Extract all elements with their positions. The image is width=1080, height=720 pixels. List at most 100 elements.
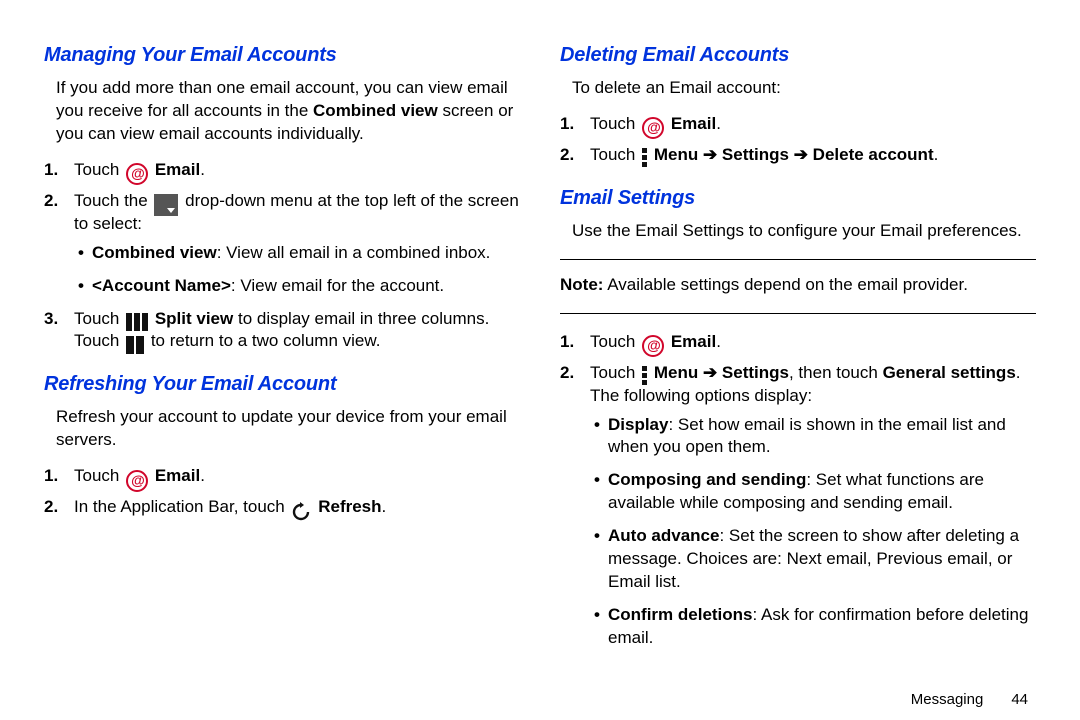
- text-bold: Combined view: [313, 101, 438, 120]
- text-bold: Auto advance: [608, 526, 719, 545]
- email-icon: [642, 335, 664, 357]
- intro-paragraph: If you add more than one email account, …: [56, 77, 520, 146]
- arrow: ➔: [703, 363, 717, 382]
- text: Touch: [74, 466, 124, 485]
- text-bold: Split view: [155, 309, 233, 328]
- text: .: [716, 332, 721, 351]
- text-bold: Confirm deletions: [608, 605, 753, 624]
- text-bold: Note:: [560, 275, 603, 294]
- split-3-column-icon: [126, 313, 148, 331]
- step-number: 1.: [44, 159, 70, 182]
- step-1: 1. Touch Email.: [590, 331, 1036, 354]
- text: , then touch: [789, 363, 883, 382]
- text: Touch: [590, 332, 640, 351]
- menu-icon: [642, 148, 647, 167]
- text-bold: Email: [155, 160, 200, 179]
- text-bold: Refresh: [318, 497, 381, 516]
- text: : View email for the account.: [231, 276, 444, 295]
- menu-icon: [642, 366, 647, 385]
- text: Touch: [74, 160, 124, 179]
- note: Note: Available settings depend on the e…: [560, 274, 1036, 297]
- text-bold: Email: [671, 114, 716, 133]
- managing-steps: 1. Touch Email. 2. Touch the drop-down m…: [44, 156, 520, 362]
- text: .: [716, 114, 721, 133]
- step-number: 1.: [560, 113, 586, 136]
- left-column: Managing Your Email Accounts If you add …: [44, 38, 520, 710]
- text: .: [382, 497, 387, 516]
- text: Touch: [74, 309, 124, 328]
- refresh-icon: [291, 502, 311, 522]
- text-bold: Display: [608, 415, 668, 434]
- step-number: 2.: [560, 362, 586, 385]
- option-confirm-deletions: Confirm deletions: Ask for confirmation …: [606, 604, 1036, 650]
- text-bold: Composing and sending: [608, 470, 806, 489]
- text: Touch: [590, 114, 640, 133]
- text-bold: Email: [155, 466, 200, 485]
- arrow: ➔: [794, 145, 808, 164]
- dropdown-icon: [154, 194, 178, 216]
- step-1: 1. Touch Email.: [74, 465, 520, 488]
- email-icon: [126, 470, 148, 492]
- footer-section: Messaging: [911, 691, 984, 708]
- text-bold: Menu: [654, 145, 703, 164]
- delete-paragraph: To delete an Email account:: [572, 77, 1036, 100]
- step-3: 3. Touch Split view to display email in …: [74, 308, 520, 354]
- split-2-column-icon: [126, 336, 144, 354]
- heading-deleting-email: Deleting Email Accounts: [560, 42, 1036, 69]
- step-1: 1. Touch Email.: [74, 159, 520, 182]
- step-2: 2. In the Application Bar, touch Refresh…: [74, 496, 520, 519]
- text-bold: Settings: [717, 145, 794, 164]
- heading-email-settings: Email Settings: [560, 185, 1036, 212]
- heading-refreshing-email: Refreshing Your Email Account: [44, 371, 520, 398]
- option-auto-advance: Auto advance: Set the screen to show aft…: [606, 525, 1036, 594]
- step-number: 2.: [560, 144, 586, 167]
- text: .: [200, 466, 205, 485]
- text: In the Application Bar, touch: [74, 497, 289, 516]
- step-number: 2.: [44, 190, 70, 213]
- text: Touch: [590, 145, 640, 164]
- step-2: 2. Touch Menu ➔ Settings, then touch Gen…: [590, 362, 1036, 650]
- email-icon: [642, 117, 664, 139]
- text: : Set how email is shown in the email li…: [608, 415, 1006, 457]
- step-number: 1.: [560, 331, 586, 354]
- step-1: 1. Touch Email.: [590, 113, 1036, 136]
- step-number: 2.: [44, 496, 70, 519]
- settings-options: Display: Set how email is shown in the e…: [590, 414, 1036, 650]
- text: Available settings depend on the email p…: [603, 275, 968, 294]
- right-column: Deleting Email Accounts To delete an Ema…: [560, 38, 1036, 710]
- refresh-paragraph: Refresh your account to update your devi…: [56, 406, 520, 452]
- manual-page: Managing Your Email Accounts If you add …: [0, 0, 1080, 720]
- text-bold: <Account Name>: [92, 276, 231, 295]
- text: .: [934, 145, 939, 164]
- deleting-steps: 1. Touch Email. 2. Touch Menu ➔ Settings…: [560, 110, 1036, 175]
- text: Touch the: [74, 191, 152, 210]
- settings-paragraph: Use the Email Settings to configure your…: [572, 220, 1036, 243]
- text: Touch: [590, 363, 640, 382]
- text-bold: Settings: [717, 363, 789, 382]
- text-bold: General settings: [883, 363, 1016, 382]
- step-2: 2. Touch Menu ➔ Settings ➔ Delete accoun…: [590, 144, 1036, 167]
- text-bold: Delete account: [808, 145, 934, 164]
- page-number: 44: [1011, 691, 1028, 708]
- option-display: Display: Set how email is shown in the e…: [606, 414, 1036, 460]
- settings-steps: 1. Touch Email. 2. Touch Menu ➔ Settings…: [560, 328, 1036, 660]
- divider: [560, 313, 1036, 314]
- option-account-name: <Account Name>: View email for the accou…: [90, 275, 520, 298]
- text: : View all email in a combined inbox.: [217, 243, 491, 262]
- text-bold: Email: [671, 332, 716, 351]
- text: .: [200, 160, 205, 179]
- option-composing: Composing and sending: Set what function…: [606, 469, 1036, 515]
- text: to return to a two column view.: [146, 331, 380, 350]
- text-bold: Menu: [654, 363, 703, 382]
- step-2-options: Combined view: View all email in a combi…: [74, 242, 520, 298]
- text-bold: Combined view: [92, 243, 217, 262]
- step-number: 3.: [44, 308, 70, 331]
- arrow: ➔: [703, 145, 717, 164]
- heading-managing-email: Managing Your Email Accounts: [44, 42, 520, 69]
- email-icon: [126, 163, 148, 185]
- option-combined-view: Combined view: View all email in a combi…: [90, 242, 520, 265]
- divider: [560, 259, 1036, 260]
- step-number: 1.: [44, 465, 70, 488]
- page-footer: Messaging 44: [560, 670, 1036, 710]
- refreshing-steps: 1. Touch Email. 2. In the Application Ba…: [44, 462, 520, 527]
